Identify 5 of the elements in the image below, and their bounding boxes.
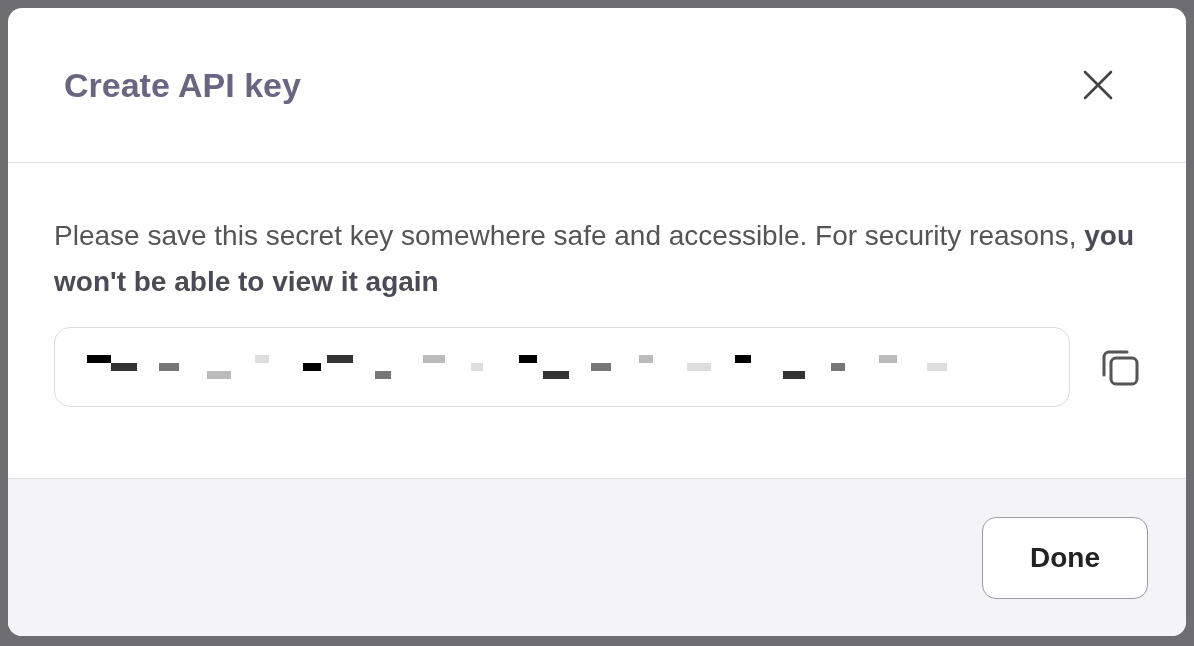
warning-message: Please save this secret key somewhere safe and accessible. For security reasons, you won't be able to view it again xyxy=(54,219,1136,299)
dialog-title: Create API key xyxy=(64,65,301,105)
close-icon xyxy=(1082,69,1114,101)
secret-key-field[interactable] xyxy=(54,327,1070,407)
done-button[interactable]: Done xyxy=(982,516,1148,599)
